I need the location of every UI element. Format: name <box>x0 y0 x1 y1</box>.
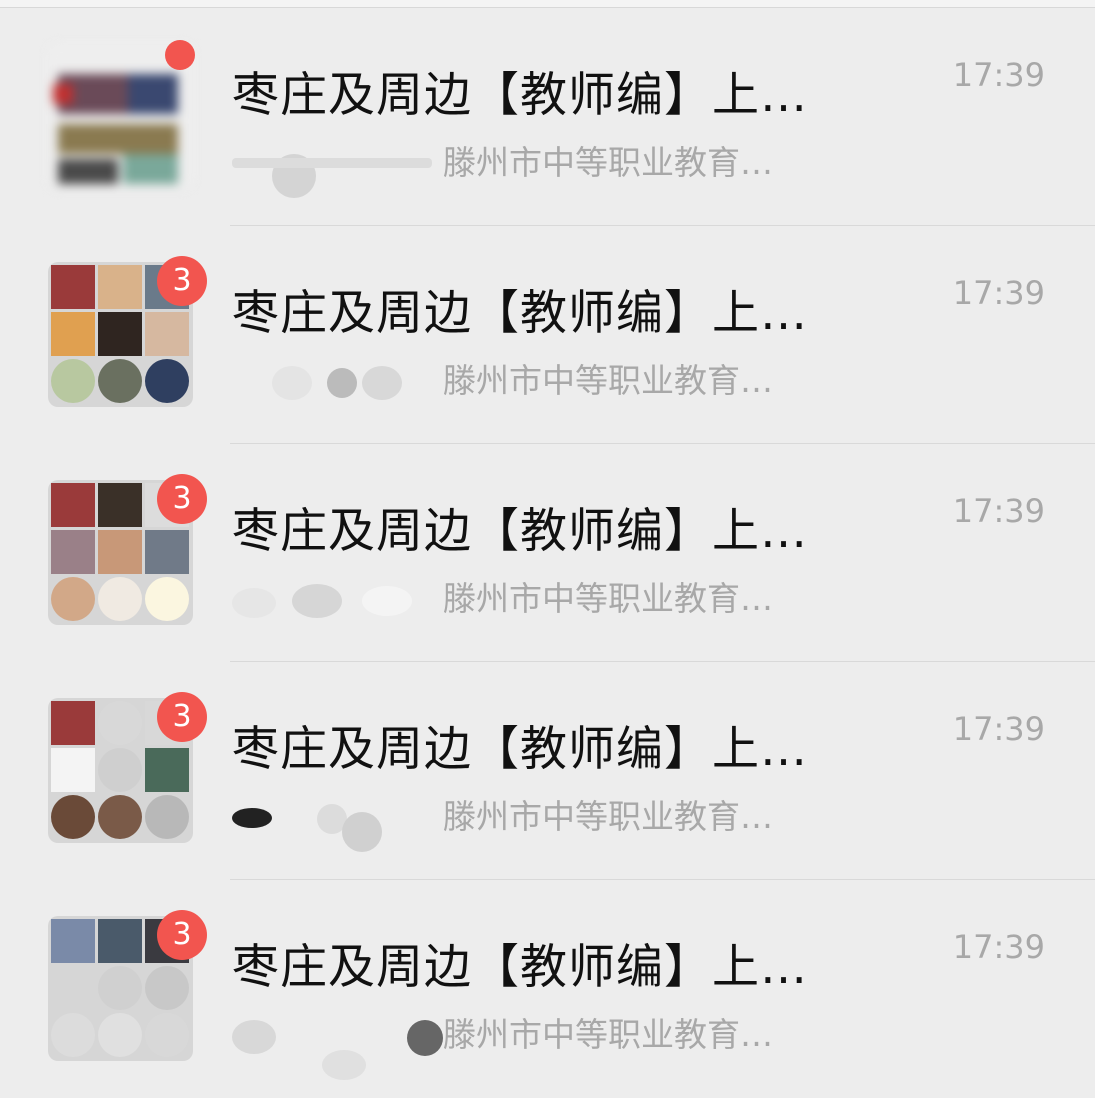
chat-item[interactable]: 3 枣庄及周边【教师编】上… 17:39 滕州市中等职业教育… <box>0 662 1095 880</box>
preview-text: 滕州市中等职业教育… <box>443 143 773 182</box>
unread-count-badge: 3 <box>157 256 207 306</box>
preview-text: 滕州市中等职业教育… <box>443 1015 773 1054</box>
redacted-sender <box>232 365 437 400</box>
chat-item[interactable]: 3 枣庄及周边【教师编】上… 17:39 滕州市中等职业教育… <box>0 444 1095 662</box>
unread-count-badge: 3 <box>157 474 207 524</box>
redacted-sender <box>232 583 437 618</box>
chat-item[interactable]: 3 枣庄及周边【教师编】上… 17:39 滕州市中等职业教育… <box>0 880 1095 1098</box>
unread-count-badge: 3 <box>157 910 207 960</box>
chat-title: 枣庄及周边【教师编】上… <box>232 286 808 341</box>
chat-time: 17:39 <box>952 492 1045 530</box>
chat-list: 枣庄及周边【教师编】上… 17:39 滕州市中等职业教育… 3 枣庄及周边【教师… <box>0 8 1095 1098</box>
chat-time: 17:39 <box>952 710 1045 748</box>
chat-preview: 滕州市中等职业教育… <box>232 354 773 402</box>
preview-text: 滕州市中等职业教育… <box>443 579 773 618</box>
chat-time: 17:39 <box>952 274 1045 312</box>
unread-count-badge: 3 <box>157 692 207 742</box>
unread-dot <box>165 40 195 70</box>
redacted-sender <box>232 802 437 852</box>
redacted-sender <box>232 148 437 198</box>
chat-preview: 滕州市中等职业教育… <box>232 572 773 620</box>
chat-title: 枣庄及周边【教师编】上… <box>232 504 808 559</box>
chat-time: 17:39 <box>952 56 1045 94</box>
chat-item[interactable]: 3 枣庄及周边【教师编】上… 17:39 滕州市中等职业教育… <box>0 226 1095 444</box>
chat-item[interactable]: 枣庄及周边【教师编】上… 17:39 滕州市中等职业教育… <box>0 8 1095 226</box>
redacted-sender <box>232 1019 443 1080</box>
chat-preview: 滕州市中等职业教育… <box>232 790 773 852</box>
chat-time: 17:39 <box>952 928 1045 966</box>
chat-title: 枣庄及周边【教师编】上… <box>232 68 808 123</box>
preview-text: 滕州市中等职业教育… <box>443 361 773 400</box>
chat-preview: 滕州市中等职业教育… <box>232 1008 773 1080</box>
chat-title: 枣庄及周边【教师编】上… <box>232 722 808 777</box>
chat-title: 枣庄及周边【教师编】上… <box>232 940 808 995</box>
preview-text: 滕州市中等职业教育… <box>443 797 773 836</box>
top-divider <box>0 0 1095 8</box>
chat-preview: 滕州市中等职业教育… <box>232 136 773 198</box>
